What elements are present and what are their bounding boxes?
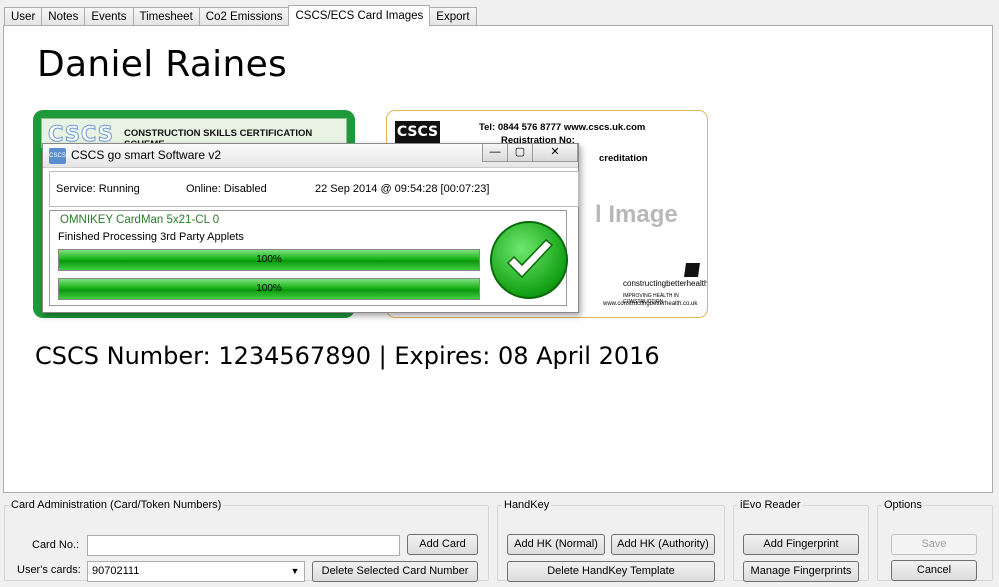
options-group: Options Save Cancel — [877, 499, 993, 581]
cbh-logo-icon — [684, 263, 700, 277]
reader-panel: OMNIKEY CardMan 5x21-CL 0 Finished Proce… — [49, 210, 568, 306]
status-timestamp: 22 Sep 2014 @ 09:54:28 [00:07:23] — [315, 183, 490, 195]
reader-name: OMNIKEY CardMan 5x21-CL 0 — [60, 214, 220, 226]
service-status: Service: Running — [56, 183, 140, 195]
save-button[interactable]: Save — [891, 534, 977, 555]
add-card-button[interactable]: Add Card — [407, 534, 478, 555]
handkey-legend: HandKey — [504, 499, 550, 511]
card-admin-legend: Card Administration (Card/Token Numbers) — [11, 499, 222, 511]
person-name: Daniel Raines — [37, 44, 288, 85]
tab-card-images[interactable]: CSCS/ECS Card Images — [288, 5, 431, 26]
progress-label-1: 100% — [256, 254, 282, 265]
cbh-name: constructingbetterhealth — [623, 279, 708, 288]
tab-export[interactable]: Export — [429, 7, 477, 26]
options-legend: Options — [884, 499, 922, 511]
delete-card-button[interactable]: Delete Selected Card Number — [312, 561, 478, 582]
users-cards-label: User's cards: — [17, 564, 81, 576]
card-info: CSCS Number: 1234567890 | Expires: 08 Ap… — [35, 342, 660, 370]
window-controls: — ▢ ✕ — [482, 144, 578, 162]
progress-label-2: 100% — [256, 283, 282, 294]
users-cards-value: 90702111 — [92, 565, 140, 577]
tab-events[interactable]: Events — [84, 7, 134, 26]
cscs-back-logo: CSCS — [395, 121, 440, 143]
reader-status: Finished Processing 3rd Party Applets — [58, 231, 244, 243]
minimize-button[interactable]: — — [482, 144, 508, 162]
manage-fingerprints-button[interactable]: Manage Fingerprints — [743, 561, 859, 582]
chevron-down-icon[interactable]: ▼ — [288, 563, 302, 580]
add-hk-normal-button[interactable]: Add HK (Normal) — [507, 534, 605, 555]
card-back-accreditation: creditation — [599, 153, 648, 164]
ievo-reader-group: iEvo Reader Add Fingerprint Manage Finge… — [733, 499, 869, 582]
card-admin-group: Card Administration (Card/Token Numbers)… — [4, 499, 489, 582]
tab-co2-emissions[interactable]: Co2 Emissions — [198, 7, 290, 26]
close-button[interactable]: ✕ — [532, 144, 578, 162]
card-no-label: Card No.: — [32, 539, 80, 551]
delete-handkey-template-button[interactable]: Delete HandKey Template — [507, 561, 715, 582]
checkmark-icon — [490, 221, 568, 299]
handkey-group: HandKey Add HK (Normal) Add HK (Authorit… — [497, 499, 725, 582]
add-fingerprint-button[interactable]: Add Fingerprint — [743, 534, 859, 555]
card-back-placeholder: l Image — [595, 201, 678, 228]
add-hk-authority-button[interactable]: Add HK (Authority) — [611, 534, 715, 555]
maximize-button[interactable]: ▢ — [507, 144, 533, 162]
cscs-app-icon: CSCS — [49, 148, 66, 164]
tab-bar: User Notes Events Timesheet Co2 Emission… — [4, 5, 477, 26]
online-status: Online: Disabled — [186, 183, 267, 195]
tab-timesheet[interactable]: Timesheet — [132, 7, 200, 26]
cancel-button[interactable]: Cancel — [891, 560, 977, 581]
tab-user[interactable]: User — [4, 7, 43, 26]
ievo-legend: iEvo Reader — [740, 499, 801, 511]
users-cards-select[interactable]: 90702111 ▼ — [87, 561, 305, 582]
tab-notes[interactable]: Notes — [41, 7, 86, 26]
card-no-input[interactable] — [87, 535, 400, 556]
dialog-titlebar[interactable]: CSCS CSCS go smart Software v2 — ▢ ✕ — [43, 144, 578, 168]
cscs-go-smart-dialog: CSCS CSCS go smart Software v2 — ▢ ✕ Ser… — [42, 143, 579, 313]
progress-bar-1: 100% — [58, 249, 480, 271]
progress-bar-2: 100% — [58, 278, 480, 300]
cbh-url: www.constructingbetterhealth.co.uk — [603, 301, 698, 307]
dialog-title: CSCS go smart Software v2 — [71, 148, 222, 162]
dialog-status-bar: Service: Running Online: Disabled 22 Sep… — [49, 171, 579, 207]
card-back-phone: Tel: 0844 576 8777 www.cscs.uk.com — [479, 122, 646, 133]
